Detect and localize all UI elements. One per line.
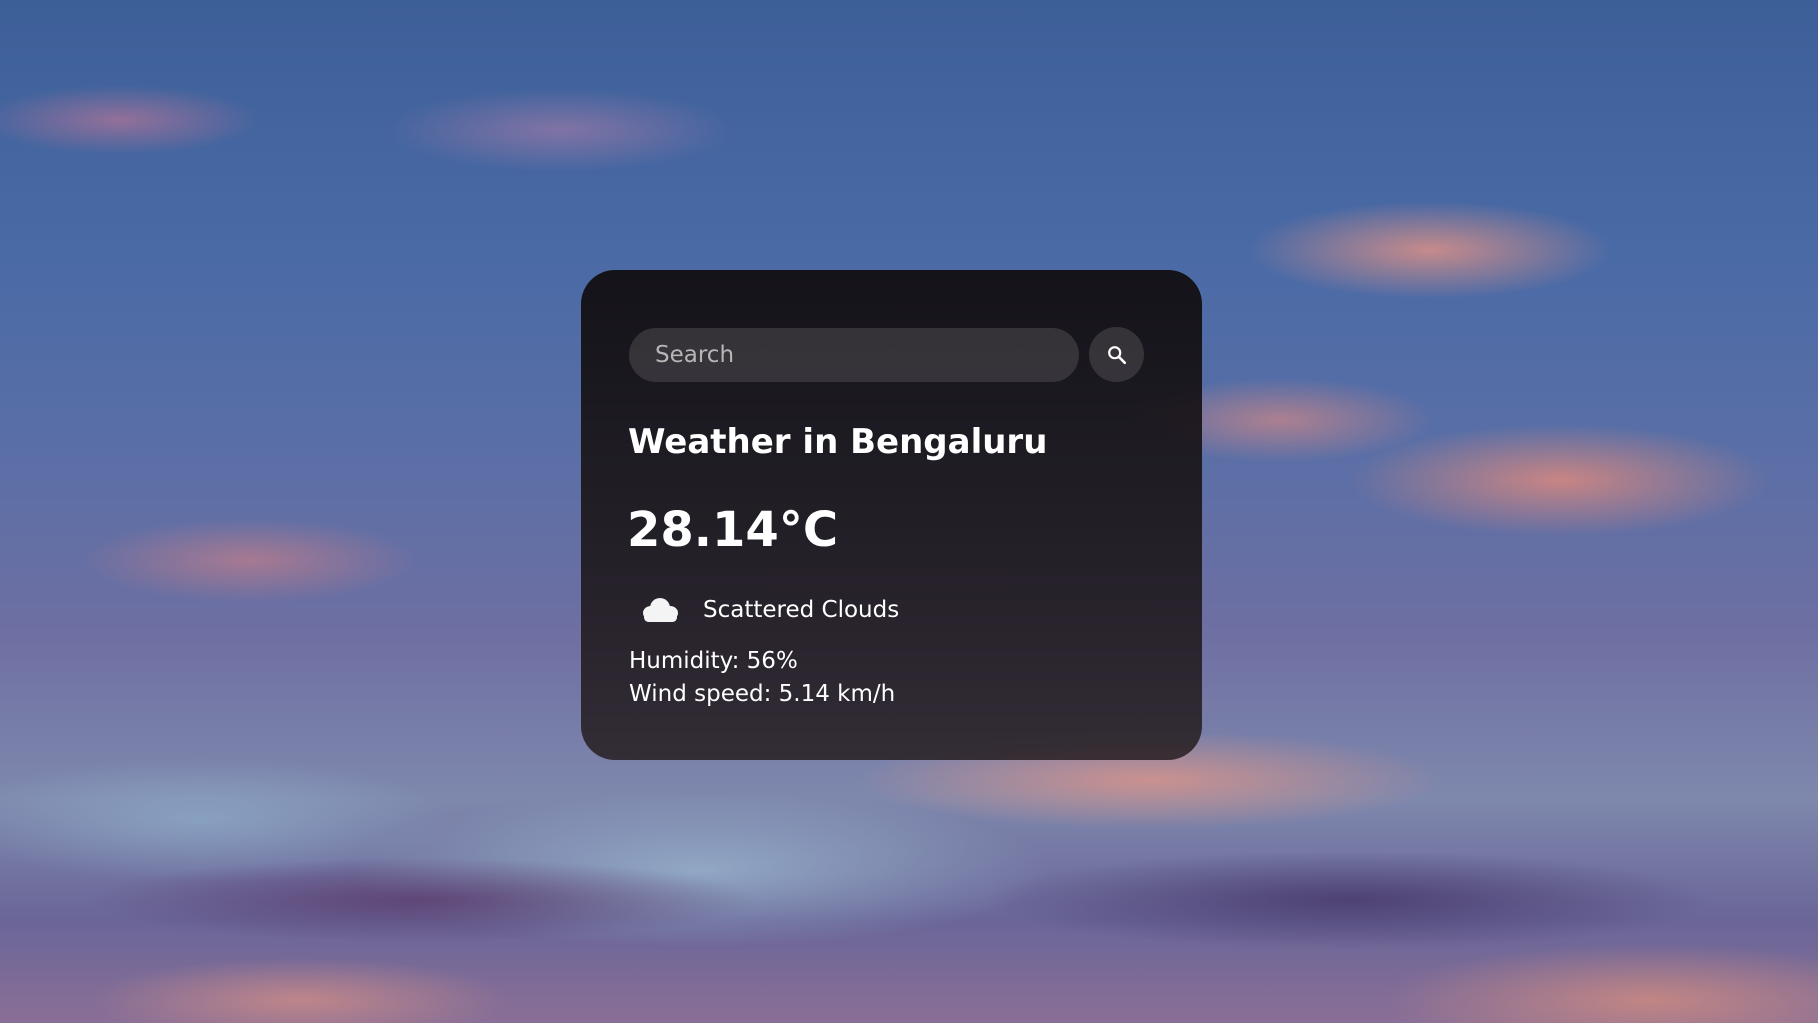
city-title: Weather in Bengaluru [628,422,1048,462]
search-bar [629,327,1144,382]
search-input[interactable] [629,327,1079,382]
wind-speed-text: Wind speed: 5.14 km/h [629,681,896,707]
cloud-icon [643,598,678,622]
weather-card: Weather in Bengaluru 28.14°C Scattered C… [581,270,1202,760]
humidity-text: Humidity: 56% [629,648,798,674]
search-button[interactable] [1089,327,1144,382]
temperature: 28.14°C [627,502,839,558]
condition-row: Scattered Clouds [639,595,899,625]
search-icon [1107,345,1126,364]
condition-text: Scattered Clouds [703,597,900,623]
